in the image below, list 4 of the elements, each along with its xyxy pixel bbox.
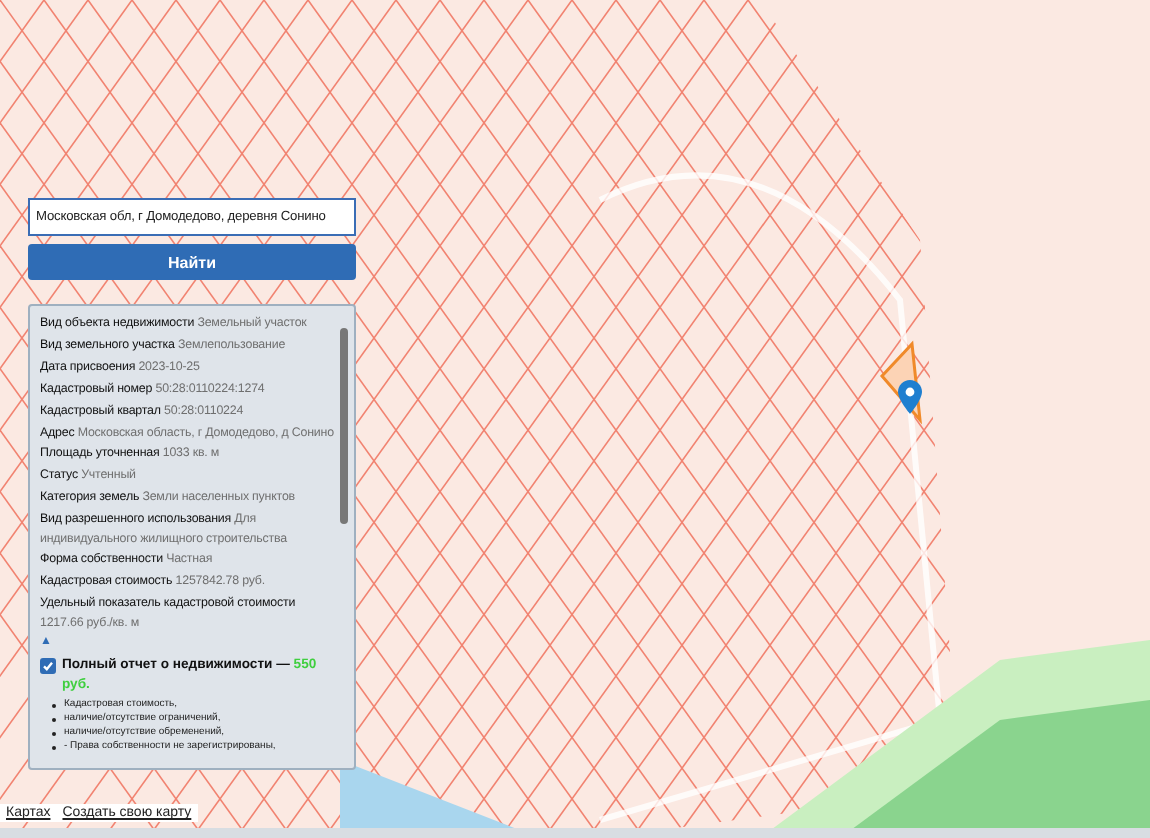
report-checkbox[interactable] (40, 658, 56, 675)
location-pin-icon (898, 380, 922, 414)
scroll-thumb[interactable] (340, 328, 348, 524)
search-button[interactable]: Найти (28, 244, 356, 280)
